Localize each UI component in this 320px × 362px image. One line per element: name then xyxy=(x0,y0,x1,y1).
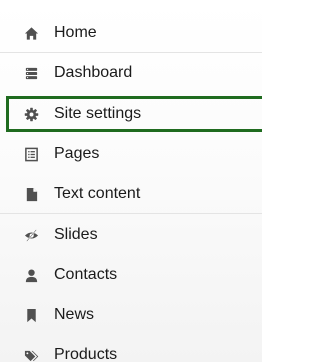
sidebar-item-site-settings[interactable]: Site settings xyxy=(0,94,262,134)
sidebar-item-dashboard[interactable]: Dashboard xyxy=(0,53,262,93)
tag-icon xyxy=(22,346,40,362)
sidebar-item-label: Contacts xyxy=(54,266,118,283)
sidebar-item-label: Pages xyxy=(54,145,100,162)
sidebar-item-contacts[interactable]: Contacts xyxy=(0,255,262,295)
gear-icon xyxy=(22,105,40,123)
pages-icon xyxy=(22,145,40,163)
sidebar-item-news[interactable]: News xyxy=(0,295,262,335)
bookmark-icon xyxy=(22,306,40,324)
user-icon xyxy=(22,266,40,284)
file-icon xyxy=(22,185,40,203)
sidebar-item-label: Text content xyxy=(54,185,141,202)
sidebar-item-label: Home xyxy=(54,24,97,41)
sidebar-item-home[interactable]: Home xyxy=(0,13,262,53)
home-icon xyxy=(22,24,40,42)
slides-icon xyxy=(22,226,40,244)
sidebar-item-label: Products xyxy=(54,346,118,362)
sidebar-item-label: Slides xyxy=(54,226,98,243)
sidebar-item-slides[interactable]: Slides xyxy=(0,215,262,255)
sidebar-item-pages[interactable]: Pages xyxy=(0,134,262,174)
sidebar-nav: Home Dashboard Site settings Pages Text … xyxy=(0,0,262,362)
sidebar-item-label: News xyxy=(54,306,95,323)
dashboard-icon xyxy=(22,64,40,82)
sidebar-item-products[interactable]: Products xyxy=(0,335,262,362)
sidebar-item-text-content[interactable]: Text content xyxy=(0,174,262,214)
sidebar-item-label: Site settings xyxy=(54,105,142,122)
sidebar-item-label: Dashboard xyxy=(54,64,133,81)
